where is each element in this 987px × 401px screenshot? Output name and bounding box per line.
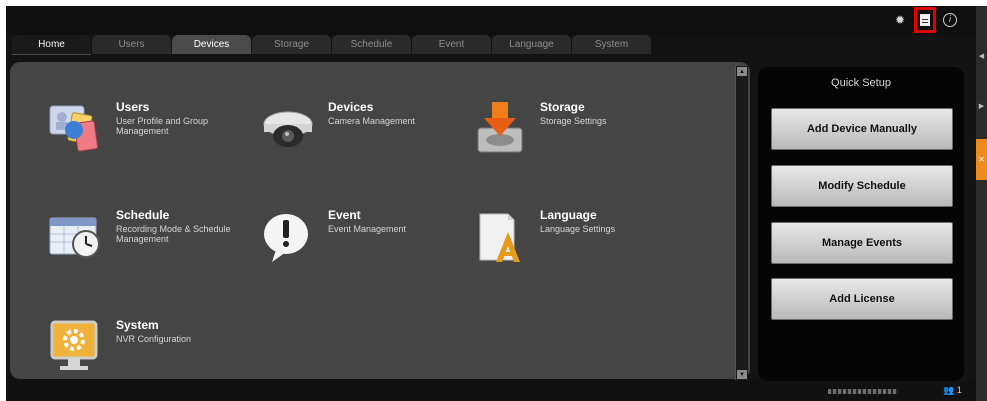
tab-devices[interactable]: Devices (172, 35, 251, 54)
add-device-manually-button[interactable]: Add Device Manually (771, 108, 953, 150)
tools-icon[interactable]: ✕ (976, 139, 987, 180)
user-count-value: 1 (956, 385, 962, 395)
tile-title: System (116, 318, 159, 332)
tile-title: Devices (328, 100, 374, 114)
tile-title: Event (328, 208, 361, 222)
tab-language[interactable]: Language (492, 35, 571, 54)
event-tile[interactable]: Event Event Management (258, 208, 448, 268)
document-icon (920, 14, 930, 26)
quick-setup-title: Quick Setup (831, 77, 891, 89)
tile-description: Camera Management (328, 116, 416, 126)
event-icon (258, 208, 318, 266)
quick-setup-panel: Quick Setup Add Device Manually Modify S… (758, 67, 964, 381)
tile-description: Recording Mode & Schedule Management (116, 224, 231, 244)
schedule-icon (46, 208, 106, 266)
home-panel: Users User Profile and Group Management … (10, 62, 750, 379)
tile-title: Schedule (116, 208, 170, 222)
tile-description: Event Management (328, 224, 407, 234)
tile-description: User Profile and Group Management (116, 116, 209, 136)
top-toolbar: ✹ i (6, 6, 976, 35)
schedule-tile[interactable]: Schedule Recording Mode & Schedule Manag… (46, 208, 236, 268)
right-side-strip: ◀ ▶ ✕ (976, 6, 987, 401)
tile-description: Language Settings (540, 224, 616, 234)
tile-title: Users (116, 100, 150, 114)
main-tabs: Home Users Devices Storage Schedule Even… (12, 35, 652, 55)
users-tile[interactable]: Users User Profile and Group Management (46, 100, 236, 160)
document-button-highlighted[interactable] (914, 7, 936, 33)
system-icon (46, 318, 106, 376)
expand-arrow-icon[interactable]: ▶ (977, 102, 986, 110)
tab-system[interactable]: System (572, 35, 651, 54)
manage-events-button[interactable]: Manage Events (771, 222, 953, 264)
user-count: 👥 1 (943, 385, 962, 396)
scroll-down-arrow-icon[interactable]: ▼ (737, 370, 747, 379)
tab-storage[interactable]: Storage (252, 35, 331, 54)
tile-description: NVR Configuration (116, 334, 192, 344)
tab-home[interactable]: Home (12, 35, 91, 55)
panel-scrollbar[interactable]: ▲ ▼ (735, 66, 748, 380)
gear-icon[interactable]: ✹ (892, 12, 908, 28)
info-button[interactable]: i (942, 12, 958, 28)
level-meter (828, 389, 898, 394)
tile-title: Storage (540, 100, 585, 114)
collapse-arrow-icon[interactable]: ◀ (977, 52, 986, 60)
language-icon (470, 208, 530, 266)
language-tile[interactable]: Language Language Settings (470, 208, 660, 268)
scroll-up-arrow-icon[interactable]: ▲ (737, 67, 747, 76)
users-icon (46, 100, 106, 158)
nvr-app-window: ✹ i Home Users Devices Storage Schedule … (6, 6, 987, 401)
tab-users[interactable]: Users (92, 35, 171, 54)
tab-schedule[interactable]: Schedule (332, 35, 411, 54)
storage-tile[interactable]: Storage Storage Settings (470, 100, 660, 160)
system-tile[interactable]: System NVR Configuration (46, 318, 236, 378)
info-icon: i (943, 13, 957, 27)
devices-tile[interactable]: Devices Camera Management (258, 100, 448, 160)
tile-description: Storage Settings (540, 116, 607, 126)
camera-icon (258, 100, 318, 158)
storage-icon (470, 100, 530, 158)
add-license-button[interactable]: Add License (771, 278, 953, 320)
tab-event[interactable]: Event (412, 35, 491, 54)
status-bar: 👥 1 (6, 381, 976, 401)
modify-schedule-button[interactable]: Modify Schedule (771, 165, 953, 207)
users-small-icon: 👥 (943, 385, 955, 395)
top-icons: ✹ i (892, 7, 958, 33)
tile-title: Language (540, 208, 597, 222)
